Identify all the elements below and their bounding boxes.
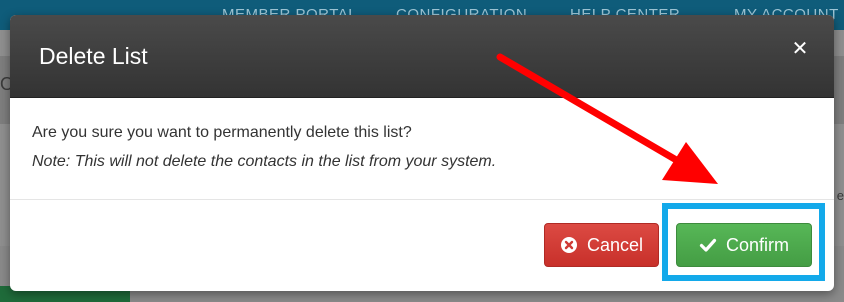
modal-body: Are you sure you want to permanently del… (10, 98, 834, 200)
confirm-label: Confirm (725, 234, 789, 255)
confirmation-note: Note: This will not delete the contacts … (32, 153, 497, 170)
delete-list-modal: Delete List ✕ Are you sure you want to p… (10, 15, 834, 291)
background-right-fragment: e (836, 188, 844, 203)
confirm-button[interactable]: Confirm (676, 223, 812, 267)
cancel-label: Cancel (586, 234, 644, 255)
close-button[interactable]: ✕ (788, 37, 812, 61)
times-circle-icon (560, 236, 578, 254)
modal-footer: Cancel Confirm (10, 200, 834, 291)
checkmark-icon (699, 236, 717, 254)
confirmation-question: Are you sure you want to permanently del… (32, 124, 412, 141)
modal-title: Delete List (39, 43, 148, 69)
close-icon[interactable]: ✕ (792, 38, 809, 60)
modal-header: Delete List ✕ (10, 15, 834, 98)
cancel-button[interactable]: Cancel (544, 223, 659, 267)
